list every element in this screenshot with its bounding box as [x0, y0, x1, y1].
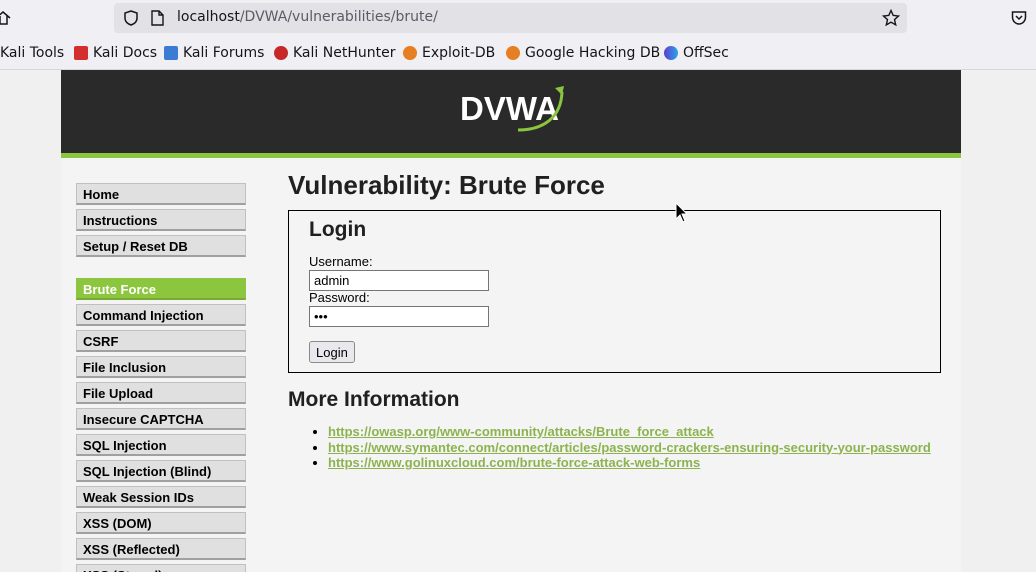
dvwa-logo: DVWA [460, 86, 564, 132]
username-label: Username: [309, 254, 373, 269]
bookmarks-bar: Kali Tools Kali Docs Kali Forums Kali Ne… [0, 38, 1036, 70]
menu-item-setup-reset-db[interactable]: Setup / Reset DB [76, 235, 246, 257]
link-owasp-brute-force[interactable]: https://owasp.org/www-community/attacks/… [328, 424, 714, 439]
svg-text:DVWA: DVWA [460, 90, 559, 127]
bookmark-label: Kali NetHunter [293, 45, 396, 61]
url-text[interactable]: localhost/DVWA/vulnerabilities/brute/ [177, 9, 438, 25]
menu-item-command-injection[interactable]: Command Injection [76, 304, 246, 326]
menu-item-sql-injection-blind[interactable]: SQL Injection (Blind) [76, 460, 246, 482]
more-information-heading: More Information [288, 388, 460, 411]
bookmark-kali-tools[interactable]: Kali Tools [0, 45, 64, 61]
menu-item-weak-session-ids[interactable]: Weak Session IDs [76, 486, 246, 508]
bookmark-label: Google Hacking DB [525, 45, 661, 61]
home-icon[interactable] [0, 11, 12, 25]
list-item: https://owasp.org/www-community/attacks/… [328, 424, 931, 440]
bookmark-label: Kali Forums [183, 45, 265, 61]
menu-item-instructions[interactable]: Instructions [76, 209, 246, 231]
menu-item-xss-dom[interactable]: XSS (DOM) [76, 512, 246, 534]
bookmark-kali-nethunter[interactable]: Kali NetHunter [274, 45, 395, 61]
kali-forums-icon [164, 46, 178, 60]
browser-toolbar: localhost/DVWA/vulnerabilities/brute/ [0, 0, 1036, 38]
menu-item-insecure-captcha[interactable]: Insecure CAPTCHA [76, 408, 246, 430]
menu-item-xss-reflected[interactable]: XSS (Reflected) [76, 538, 246, 560]
page-title: Vulnerability: Brute Force [288, 170, 605, 200]
login-form: Login Username: admin Password: ••• Logi… [288, 210, 941, 373]
page-icon [151, 10, 164, 26]
menu-item-file-inclusion[interactable]: File Inclusion [76, 356, 246, 378]
bookmark-label: Exploit-DB [422, 45, 496, 61]
menu-item-file-upload[interactable]: File Upload [76, 382, 246, 404]
password-field[interactable]: ••• [309, 306, 489, 327]
dvwa-page: DVWA Home Instructions Setup / Reset DB … [61, 70, 961, 572]
bookmark-google-hacking-db[interactable]: Google Hacking DB [506, 45, 660, 61]
kali-docs-icon [74, 46, 88, 60]
offsec-icon [664, 46, 678, 60]
bookmark-offsec[interactable]: OffSec [664, 45, 729, 61]
list-item: https://www.symantec.com/connect/article… [328, 440, 931, 456]
login-heading: Login [309, 218, 367, 241]
dvwa-header: DVWA [61, 70, 961, 153]
bookmark-kali-docs[interactable]: Kali Docs [74, 45, 157, 61]
bookmark-exploit-db[interactable]: Exploit-DB [403, 45, 495, 61]
more-information-links: https://owasp.org/www-community/attacks/… [328, 424, 931, 471]
nethunter-icon [274, 46, 288, 60]
menu-item-xss-stored[interactable]: XSS (Stored) [76, 564, 246, 572]
exploit-db-icon [403, 46, 417, 60]
menu-item-home[interactable]: Home [76, 183, 246, 205]
ghdb-icon [506, 46, 520, 60]
bookmark-label: OffSec [683, 45, 729, 61]
bookmark-kali-forums[interactable]: Kali Forums [164, 45, 264, 61]
link-symantec-password-crackers[interactable]: https://www.symantec.com/connect/article… [328, 440, 931, 455]
password-label: Password: [309, 290, 370, 305]
list-item: https://www.golinuxcloud.com/brute-force… [328, 455, 931, 471]
menu-item-sql-injection[interactable]: SQL Injection [76, 434, 246, 456]
shield-icon[interactable] [124, 10, 138, 26]
bookmark-label: Kali Tools [0, 45, 65, 61]
link-golinuxcloud-brute-force[interactable]: https://www.golinuxcloud.com/brute-force… [328, 455, 700, 470]
mouse-cursor-icon [675, 202, 689, 223]
menu-item-brute-force[interactable]: Brute Force [76, 278, 246, 300]
login-button[interactable]: Login [309, 341, 355, 363]
menu-item-csrf[interactable]: CSRF [76, 330, 246, 352]
pocket-icon[interactable] [1011, 10, 1027, 26]
header-accent-bar [61, 153, 961, 158]
bookmark-label: Kali Docs [93, 45, 158, 61]
username-field[interactable]: admin [309, 270, 489, 291]
bookmark-star-icon[interactable] [882, 9, 900, 27]
